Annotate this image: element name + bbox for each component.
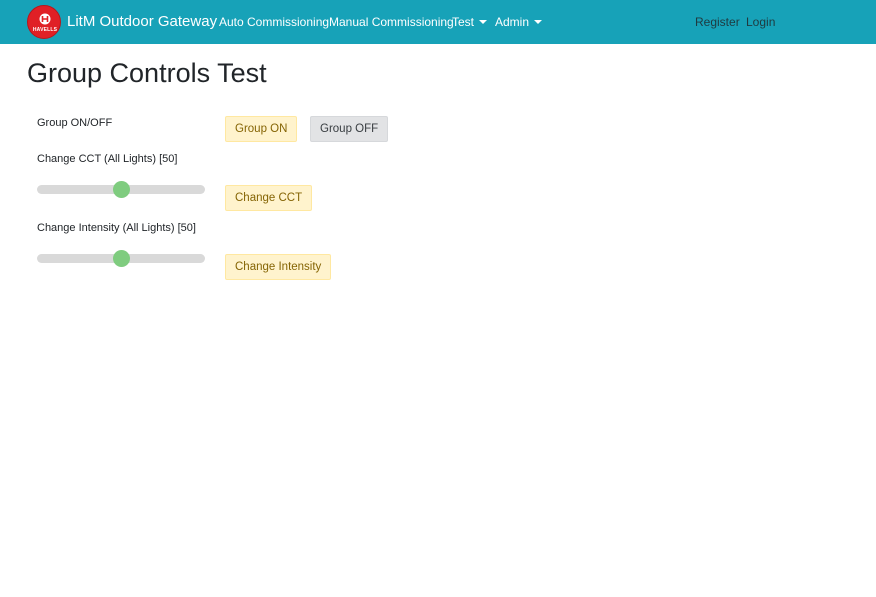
group-on-button[interactable]: Group ON [225, 116, 298, 142]
nav-auto-commissioning[interactable]: Auto Commissioning [219, 15, 329, 29]
intensity-slider-thumb[interactable] [113, 250, 130, 267]
top-navbar: HAVELLS LitM Outdoor Gateway Auto Commis… [0, 0, 876, 44]
intensity-label: Change Intensity (All Lights) [50] [37, 222, 196, 234]
nav-test-dropdown[interactable]: Test [452, 15, 488, 29]
caret-down-icon [479, 20, 488, 24]
cct-slider[interactable] [37, 181, 205, 198]
nav-register[interactable]: Register [695, 15, 740, 29]
cct-slider-thumb[interactable] [113, 181, 130, 198]
nav-login[interactable]: Login [746, 15, 775, 29]
group-onoff-label: Group ON/OFF [37, 117, 113, 129]
change-cct-button[interactable]: Change CCT [225, 185, 313, 211]
nav-admin-label: Admin [495, 15, 530, 29]
caret-down-icon [534, 20, 543, 24]
havells-mark-icon [39, 13, 51, 25]
havells-logo[interactable]: HAVELLS [27, 5, 61, 39]
nav-test-label: Test [452, 15, 475, 29]
group-off-button[interactable]: Group OFF [310, 116, 389, 142]
nav-manual-commissioning[interactable]: Manual Commissioning [329, 15, 454, 29]
change-intensity-button[interactable]: Change Intensity [225, 254, 332, 280]
nav-admin-dropdown[interactable]: Admin [495, 15, 543, 29]
logo-text: HAVELLS [32, 27, 58, 33]
page-title: Group Controls Test [27, 58, 267, 88]
brand-link[interactable]: LitM Outdoor Gateway [67, 13, 217, 30]
intensity-slider[interactable] [37, 250, 205, 267]
cct-label: Change CCT (All Lights) [50] [37, 153, 178, 165]
